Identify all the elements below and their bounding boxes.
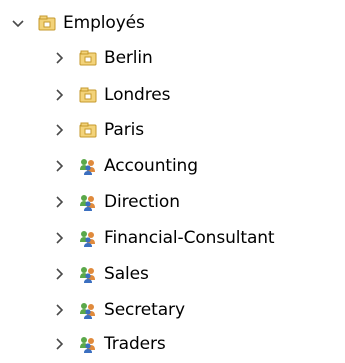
tree-item-financial-consultant[interactable]: Financial-Consultant: [51, 221, 275, 255]
tree-item-paris[interactable]: Paris: [51, 113, 144, 147]
tree-item-label: Direction: [104, 192, 180, 212]
tree-item-label: Paris: [104, 120, 144, 140]
tree-item-londres[interactable]: Londres: [51, 78, 170, 112]
tree-item-employes[interactable]: Employés: [10, 6, 145, 40]
chevron-right-icon[interactable]: [51, 87, 67, 103]
tree-item-label: Secretary: [104, 300, 185, 320]
user-group-icon: [79, 301, 97, 319]
tree-item-traders[interactable]: Traders: [51, 327, 166, 361]
chevron-right-icon[interactable]: [51, 50, 67, 66]
user-group-icon: [79, 265, 97, 283]
tree-item-label: Berlin: [104, 48, 153, 68]
tree-item-label: Employés: [63, 13, 145, 33]
folder-icon: [79, 49, 97, 67]
tree-item-sales[interactable]: Sales: [51, 257, 149, 291]
tree-view: Employés Berlin Londres Paris Accounting…: [0, 0, 345, 363]
chevron-right-icon[interactable]: [51, 122, 67, 138]
chevron-right-icon[interactable]: [51, 194, 67, 210]
chevron-right-icon[interactable]: [51, 336, 67, 352]
tree-item-label: Sales: [104, 264, 149, 284]
tree-item-label: Financial-Consultant: [104, 228, 275, 248]
tree-item-berlin[interactable]: Berlin: [51, 41, 153, 75]
chevron-right-icon[interactable]: [51, 158, 67, 174]
tree-item-accounting[interactable]: Accounting: [51, 149, 198, 183]
chevron-down-icon[interactable]: [10, 15, 26, 31]
user-group-icon: [79, 193, 97, 211]
tree-item-secretary[interactable]: Secretary: [51, 293, 185, 327]
tree-item-label: Londres: [104, 85, 171, 105]
user-group-icon: [79, 229, 97, 247]
tree-item-label: Accounting: [104, 156, 198, 176]
user-group-icon: [79, 335, 97, 353]
user-group-icon: [79, 157, 97, 175]
tree-item-label: Traders: [104, 334, 166, 354]
folder-icon: [79, 86, 97, 104]
folder-icon: [38, 14, 56, 32]
chevron-right-icon[interactable]: [51, 302, 67, 318]
chevron-right-icon[interactable]: [51, 266, 67, 282]
folder-icon: [79, 121, 97, 139]
chevron-right-icon[interactable]: [51, 230, 67, 246]
tree-item-direction[interactable]: Direction: [51, 185, 180, 219]
